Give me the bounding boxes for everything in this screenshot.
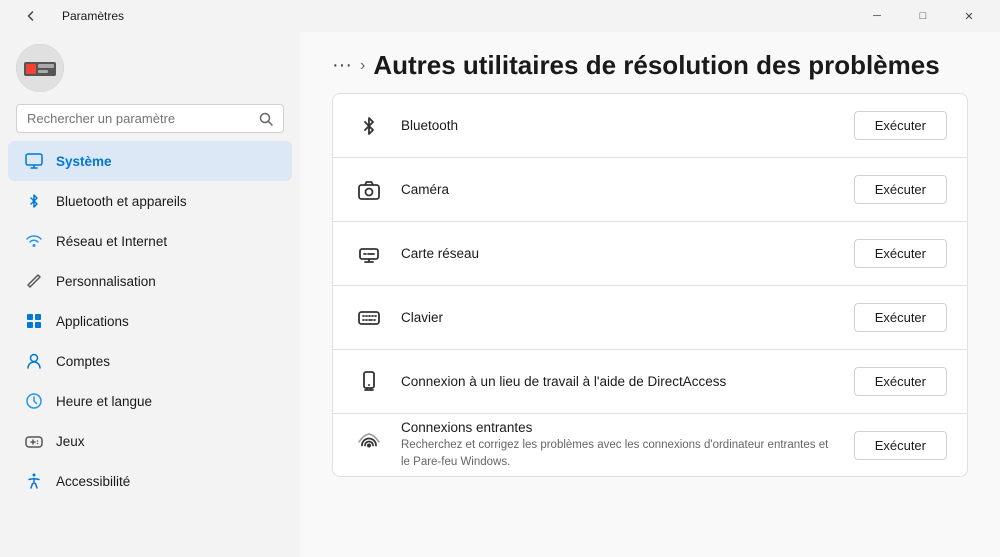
perso-icon (24, 271, 44, 291)
table-row: Connexion à un lieu de travail à l'aide … (332, 349, 968, 413)
sidebar: Système Bluetooth et appareils (0, 32, 300, 557)
page-header: ··· › Autres utilitaires de résolution d… (300, 32, 1000, 93)
carte-reseau-run-button[interactable]: Exécuter (854, 239, 947, 268)
maximize-button[interactable]: □ (900, 0, 946, 32)
sidebar-item-comptes[interactable]: Comptes (8, 341, 292, 381)
sidebar-item-systeme[interactable]: Système (8, 141, 292, 181)
sidebar-item-heure[interactable]: Heure et langue (8, 381, 292, 421)
titlebar-controls: ─ □ ✕ (854, 0, 992, 32)
table-row: Caméra Exécuter (332, 157, 968, 221)
sidebar-item-accessibilite-label: Accessibilité (56, 474, 130, 489)
camera-run-button[interactable]: Exécuter (854, 175, 947, 204)
heure-icon (24, 391, 44, 411)
sidebar-item-applications-label: Applications (56, 314, 129, 329)
page-title: Autres utilitaires de résolution des pro… (373, 50, 939, 81)
sidebar-item-accessibilite[interactable]: Accessibilité (8, 461, 292, 501)
table-row: Bluetooth Exécuter (332, 93, 968, 157)
avatar[interactable] (16, 44, 64, 92)
connexions-entrantes-run-button[interactable]: Exécuter (854, 431, 947, 460)
systeme-icon (24, 151, 44, 171)
close-button[interactable]: ✕ (946, 0, 992, 32)
carte-reseau-item-info: Carte réseau (401, 246, 838, 261)
sidebar-item-perso-label: Personnalisation (56, 274, 156, 289)
sidebar-item-bluetooth-label: Bluetooth et appareils (56, 194, 187, 209)
applications-icon (24, 311, 44, 331)
nav-list: Système Bluetooth et appareils (0, 141, 300, 501)
search-box[interactable] (16, 104, 284, 133)
camera-item-info: Caméra (401, 182, 838, 197)
network-card-icon (353, 238, 385, 270)
camera-icon (353, 174, 385, 206)
breadcrumb-dots[interactable]: ··· (332, 54, 352, 77)
connexion-travail-run-button[interactable]: Exécuter (854, 367, 947, 396)
titlebar-left: Paramètres (8, 0, 124, 32)
connexions-entrantes-item-name: Connexions entrantes (401, 420, 838, 435)
comptes-icon (24, 351, 44, 371)
clavier-run-button[interactable]: Exécuter (854, 303, 947, 332)
back-button[interactable] (8, 0, 54, 32)
titlebar-title: Paramètres (62, 9, 124, 23)
incoming-connections-icon (353, 429, 385, 461)
clavier-item-info: Clavier (401, 310, 838, 325)
bluetooth-item-info: Bluetooth (401, 118, 838, 133)
table-row: Carte réseau Exécuter (332, 221, 968, 285)
sidebar-item-heure-label: Heure et langue (56, 394, 152, 409)
avatar-image (16, 44, 64, 92)
connexions-entrantes-item-desc: Recherchez et corrigez les problèmes ave… (401, 437, 838, 469)
table-row: Clavier Exécuter (332, 285, 968, 349)
main-content: ··· › Autres utilitaires de résolution d… (300, 32, 1000, 557)
sidebar-item-applications[interactable]: Applications (8, 301, 292, 341)
connexion-travail-item-info: Connexion à un lieu de travail à l'aide … (401, 374, 838, 389)
connexions-entrantes-item-info: Connexions entrantes Recherchez et corri… (401, 420, 838, 469)
sidebar-item-jeux-label: Jeux (56, 434, 85, 449)
table-row: Connexions entrantes Recherchez et corri… (332, 413, 968, 477)
accessibilite-icon (24, 471, 44, 491)
bluetooth-run-button[interactable]: Exécuter (854, 111, 947, 140)
clavier-item-name: Clavier (401, 310, 838, 325)
keyboard-icon (353, 302, 385, 334)
sidebar-item-perso[interactable]: Personnalisation (8, 261, 292, 301)
connexion-travail-item-name: Connexion à un lieu de travail à l'aide … (401, 374, 838, 389)
carte-reseau-item-name: Carte réseau (401, 246, 838, 261)
avatar-area (0, 32, 300, 100)
bluetooth-icon (353, 110, 385, 142)
bluetooth-item-name: Bluetooth (401, 118, 838, 133)
titlebar: Paramètres ─ □ ✕ (0, 0, 1000, 32)
app-body: Système Bluetooth et appareils (0, 32, 1000, 557)
sidebar-item-systeme-label: Système (56, 154, 112, 169)
directaccess-icon (353, 366, 385, 398)
search-icon (259, 112, 273, 126)
items-list: Bluetooth Exécuter Caméra Exécuter (300, 93, 1000, 493)
sidebar-item-reseau-label: Réseau et Internet (56, 234, 167, 249)
sidebar-item-reseau[interactable]: Réseau et Internet (8, 221, 292, 261)
camera-item-name: Caméra (401, 182, 838, 197)
reseau-icon (24, 231, 44, 251)
sidebar-item-bluetooth[interactable]: Bluetooth et appareils (8, 181, 292, 221)
search-input[interactable] (27, 111, 251, 126)
breadcrumb-chevron: › (360, 57, 365, 75)
minimize-button[interactable]: ─ (854, 0, 900, 32)
jeux-icon (24, 431, 44, 451)
sidebar-item-comptes-label: Comptes (56, 354, 110, 369)
bluetooth-nav-icon (24, 191, 44, 211)
sidebar-item-jeux[interactable]: Jeux (8, 421, 292, 461)
